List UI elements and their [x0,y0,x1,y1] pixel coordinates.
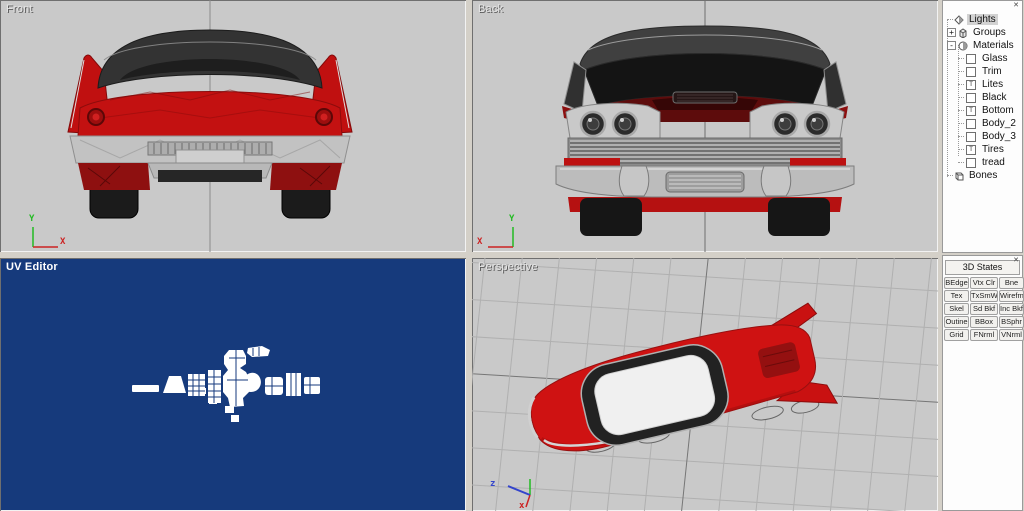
states-button-grid: BEdge Vtx Clr Bne Clr Tex Sm TxSmWt Wire… [944,277,1022,341]
tree-connector [958,136,964,137]
viewport-perspective[interactable]: z x Perspective [472,258,938,511]
scene-tree-panel: ✕ Lights + Groups - [942,0,1023,253]
tree-item-label: Body_2 [980,118,1018,129]
tree-item-label: tread [980,157,1007,168]
state-button-wirefme[interactable]: Wirefme [999,290,1024,302]
state-button-incbkf[interactable]: Inc Bkf [999,303,1024,315]
material-swatch-icon: T [966,145,976,155]
state-button-bneclr[interactable]: Bne Clr [999,277,1024,289]
state-button-fnrml[interactable]: FNrml [970,329,998,341]
close-icon[interactable]: ✕ [1013,2,1019,10]
tree-connector [958,97,964,98]
cube-icon [958,28,968,38]
material-swatch-icon: T [966,106,976,116]
axis-gizmo [488,227,513,247]
state-button-vtxclr[interactable]: Vtx Clr [970,277,998,289]
state-button-bedge[interactable]: BEdge [944,277,969,289]
tree-item-label: Materials [971,40,1016,51]
viewport-uv-label: UV Editor [6,261,58,273]
axis-x-label: x [519,501,524,511]
tree-connector [958,110,964,111]
tree-item-label: Body_3 [980,131,1018,142]
tree-item-material-trim[interactable]: Trim [958,65,1020,78]
tree-item-material-body3[interactable]: Body_3 [958,130,1020,143]
tree-item-material-tread[interactable]: tread [958,156,1020,169]
scene-tree: Lights + Groups - Materials Glass [947,13,1020,182]
tree-connector [947,175,953,176]
tree-connector [958,149,964,150]
tree-item-material-body2[interactable]: Body_2 [958,117,1020,130]
tree-item-material-black[interactable]: Black [958,91,1020,104]
tree-item-label: Bottom [980,105,1016,116]
viewport-front[interactable]: Y X Front [0,0,466,252]
tree-item-groups[interactable]: + Groups [947,26,1020,39]
material-swatch-icon: T [966,80,976,90]
states-panel: ✕ 3D States BEdge Vtx Clr Bne Clr Tex Sm… [942,255,1023,511]
axis-x-label: X [60,237,65,247]
axis-z-label: z [490,479,495,489]
material-swatch-icon [966,158,976,168]
material-swatch-icon [966,67,976,77]
tree-item-bones[interactable]: Bones [947,169,1020,182]
viewport-front-label: Front [6,3,33,15]
bone-icon [954,171,964,181]
sidebar: ✕ Lights + Groups - [941,0,1024,511]
tree-connector [958,71,964,72]
axis-gizmo [33,227,58,247]
state-button-texsm[interactable]: Tex Sm [944,290,969,302]
perspective-canvas [472,258,938,511]
tree-item-material-tires[interactable]: T Tires [958,143,1020,156]
tree-item-materials[interactable]: - Materials [947,39,1020,52]
tree-connector [958,58,964,59]
state-button-grid[interactable]: Grid [944,329,969,341]
tree-connector [947,19,953,20]
tree-item-label: Black [980,92,1008,103]
tree-connector [958,162,964,163]
material-swatch-icon [966,54,976,64]
state-button-bsphr[interactable]: BSphr [999,316,1024,328]
viewport-back[interactable]: Y X Back [472,0,938,252]
tree-connector [958,123,964,124]
uv-islands[interactable] [132,346,320,422]
tree-item-label: Tires [980,144,1006,155]
close-icon[interactable]: ✕ [1013,257,1019,265]
axis-y-label: Y [509,214,514,224]
tree-item-label: Bones [967,170,999,181]
state-button-bbox[interactable]: BBox [970,316,998,328]
tree-item-label: Glass [980,53,1010,64]
horizontal-splitter[interactable] [0,252,938,258]
tree-item-label: Groups [971,27,1008,38]
sphere-icon [958,41,968,51]
tree-item-material-bottom[interactable]: T Bottom [958,104,1020,117]
material-swatch-icon [966,119,976,129]
tree-item-label: Lights [967,14,998,25]
material-swatch-icon [966,132,976,142]
tree-connector [958,84,964,85]
tree-item-lights[interactable]: Lights [947,13,1020,26]
tree-item-material-glass[interactable]: Glass [958,52,1020,65]
viewport-perspective-label: Perspective [478,261,538,273]
expand-minus-icon[interactable]: - [947,41,956,50]
back-viewport-canvas [472,0,938,252]
axis-y-label: Y [29,214,34,224]
car-perspective-render [518,302,837,474]
viewport-uv-editor[interactable]: UV Editor [0,258,466,511]
state-button-sdbkf[interactable]: Sd Bkf [970,303,998,315]
viewport-back-label: Back [478,3,503,15]
state-button-outine[interactable]: Outine [944,316,969,328]
sidebar-splitter[interactable] [938,0,941,511]
axis-x-label: X [477,237,482,247]
state-button-skel[interactable]: Skel [944,303,969,315]
uv-editor-canvas [0,258,466,511]
material-swatch-icon [966,93,976,103]
front-viewport-canvas [0,0,466,252]
light-icon [954,15,964,25]
tree-item-material-lites[interactable]: T Lites [958,78,1020,91]
states-panel-title: 3D States [945,260,1020,275]
state-button-txsmwt[interactable]: TxSmWt [970,290,998,302]
tree-item-label: Trim [980,66,1004,77]
tree-item-label: Lites [980,79,1005,90]
state-button-vnrml[interactable]: VNrml [999,329,1024,341]
expand-plus-icon[interactable]: + [947,28,956,37]
